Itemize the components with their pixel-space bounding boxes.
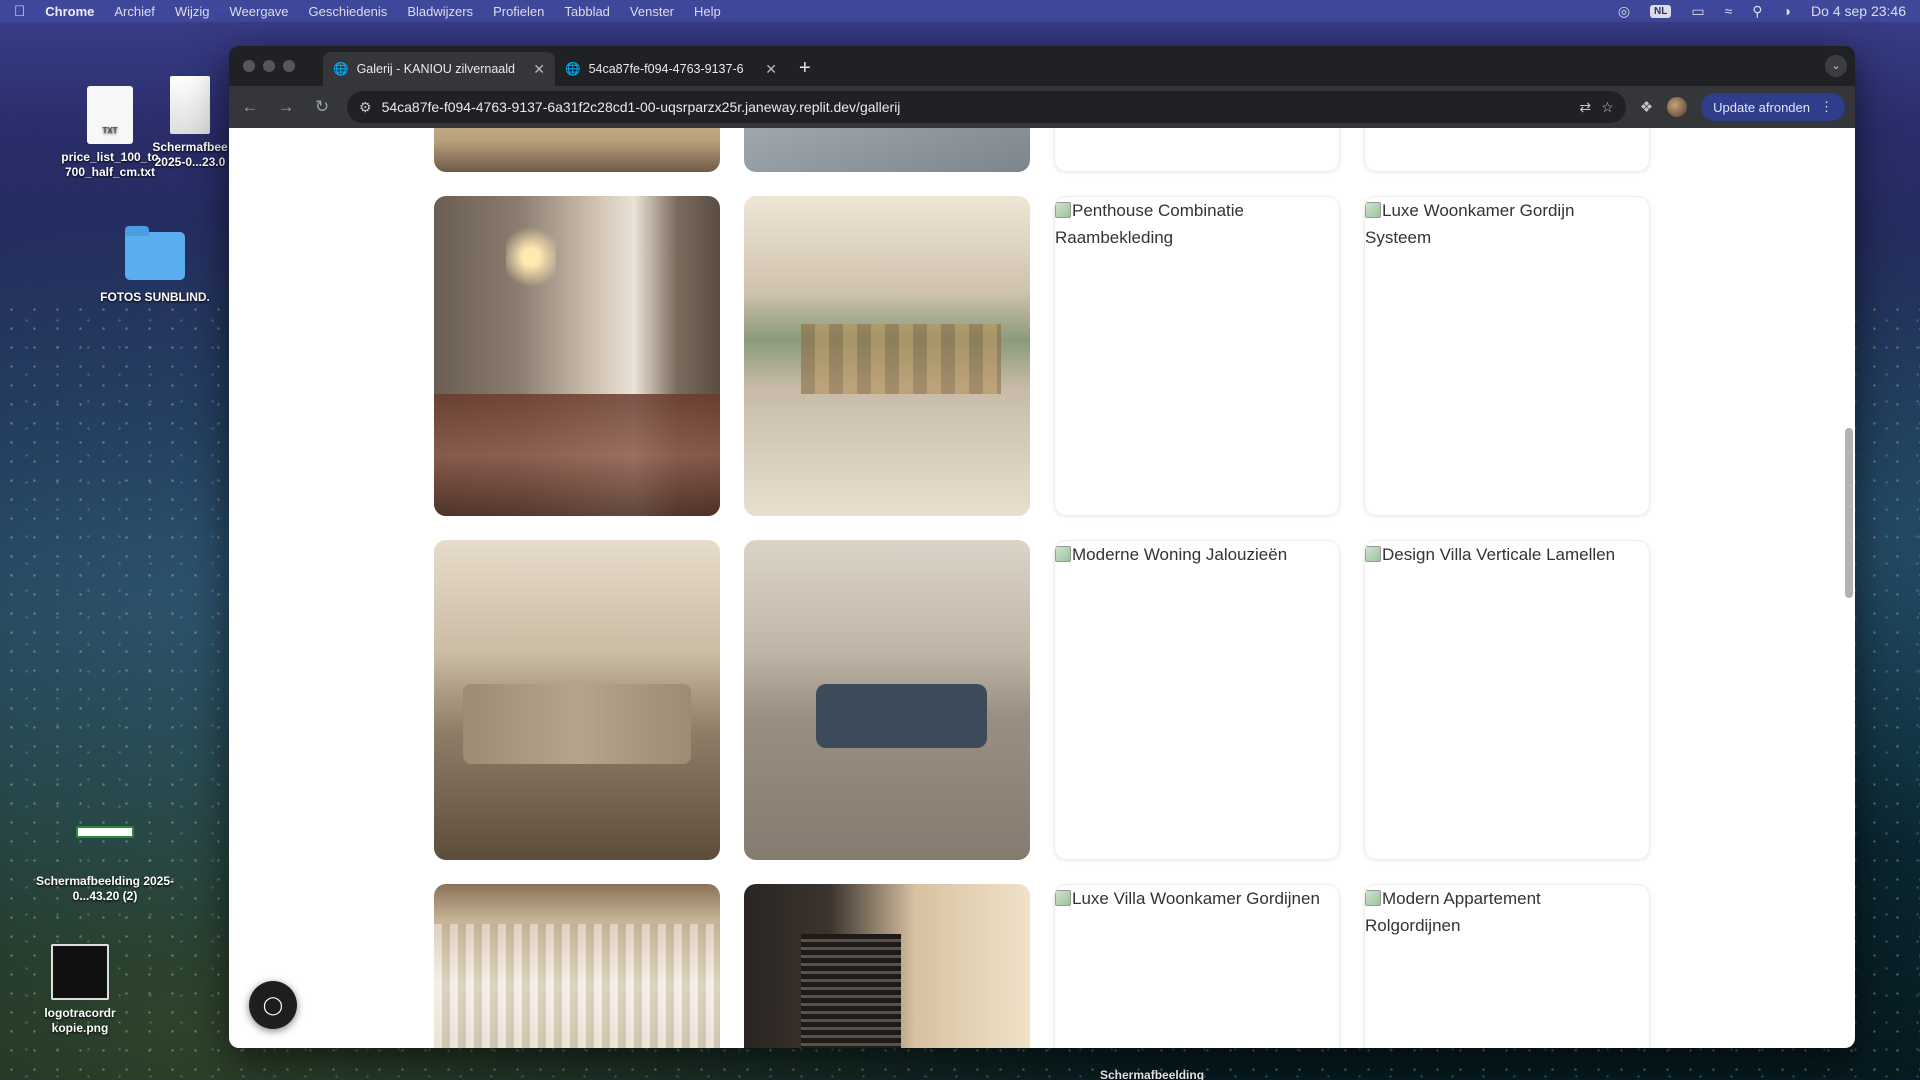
forward-arrow-icon[interactable]: → <box>275 97 297 117</box>
gallery-item-broken[interactable]: Luxe Villa Woonkamer Gordijnen <box>1054 884 1340 1048</box>
url-text[interactable]: 54ca87fe-f094-4763-9137-6a31f2c28cd1-00-… <box>382 99 1570 115</box>
menu-item-tabblad[interactable]: Tabblad <box>564 4 610 19</box>
zoom-window-button[interactable] <box>283 60 295 72</box>
apple-icon[interactable]:  <box>14 3 25 20</box>
close-tab-icon[interactable]: ✕ <box>765 61 777 78</box>
photo-floor <box>434 128 720 172</box>
page-viewport: Penthouse Combinatie Raambekleding Luxe … <box>229 128 1855 1048</box>
menu-item-archief[interactable]: Archief <box>114 4 154 19</box>
desktop-icon-label: Schermafbeelding 2025-0...43.20 (2) <box>35 874 175 903</box>
gallery-item-broken[interactable] <box>1364 128 1650 172</box>
translate-icon[interactable]: ⇄ <box>1579 99 1591 116</box>
control-center-icon[interactable]: ◑ <box>1783 3 1791 19</box>
photo-living-sofa <box>744 540 1030 860</box>
browser-window: 🌐 Galerij - KANIOU zilvernaald ✕ 🌐 54ca8… <box>229 46 1855 1048</box>
menu-item-bladwijzers[interactable]: Bladwijzers <box>407 4 473 19</box>
battery-icon[interactable]: ▭ <box>1691 3 1704 20</box>
desktop-icon-label: Schermafbee 2025-0...23.0 <box>152 140 228 169</box>
image-alt-text: Penthouse Combinatie Raambekleding <box>1055 197 1329 251</box>
logo-thumbnail-icon <box>51 944 109 1000</box>
photo-dining-curtains <box>434 196 720 516</box>
gallery-item-broken[interactable]: Penthouse Combinatie Raambekleding <box>1054 196 1340 516</box>
image-alt-text: Modern Appartement Rolgordijnen <box>1365 885 1639 939</box>
menu-item-venster[interactable]: Venster <box>630 4 674 19</box>
gallery-item[interactable] <box>744 196 1030 516</box>
gallery-item[interactable] <box>434 196 720 516</box>
gallery-item[interactable] <box>434 128 720 172</box>
window-controls <box>243 60 295 72</box>
desktop-icon-screenshot-1[interactable]: Schermafbee 2025-0...23.0 <box>150 76 230 170</box>
tab-title: 54ca87fe-f094-4763-9137-6 <box>588 62 744 76</box>
gallery-item-broken[interactable]: Moderne Woning Jalouzieën <box>1054 540 1340 860</box>
browser-toolbar: ← → ↻ ⚙ 54ca87fe-f094-4763-9137-6a31f2c2… <box>229 86 1855 128</box>
search-icon[interactable]: ⚲ <box>1752 3 1762 20</box>
desktop-icon-screenshot-2[interactable]: Schermafbeelding 2025-0...43.20 (2) <box>30 826 180 904</box>
back-arrow-icon[interactable]: ← <box>239 97 261 117</box>
menu-item-help[interactable]: Help <box>694 4 721 19</box>
gallery-item-broken[interactable] <box>1054 128 1340 172</box>
menu-item-wijzig[interactable]: Wijzig <box>175 4 210 19</box>
image-thumbnail-icon <box>170 76 210 134</box>
image-alt-text: Luxe Villa Woonkamer Gordijnen <box>1055 885 1329 912</box>
image-alt-text: Moderne Woning Jalouzieën <box>1055 541 1329 568</box>
tab-title: Galerij - KANIOU zilvernaald <box>356 62 515 76</box>
update-button[interactable]: Update afronden ⋮ <box>1701 93 1845 121</box>
gallery-item[interactable] <box>744 128 1030 172</box>
minimize-window-button[interactable] <box>263 60 275 72</box>
page-scrollbar[interactable] <box>1845 428 1853 598</box>
tab-galerij[interactable]: 🌐 Galerij - KANIOU zilvernaald ✕ <box>323 52 555 86</box>
menu-app-name[interactable]: Chrome <box>45 4 94 19</box>
globe-icon: 🌐 <box>333 61 349 76</box>
tab-strip: 🌐 Galerij - KANIOU zilvernaald ✕ 🌐 54ca8… <box>229 46 1855 86</box>
wifi-icon[interactable]: ≈ <box>1725 3 1733 19</box>
photo-kitchen-blinds <box>744 196 1030 516</box>
globe-icon: 🌐 <box>565 61 581 76</box>
new-tab-button[interactable]: + <box>787 57 823 86</box>
photo-curtains <box>434 884 720 1048</box>
menu-item-profielen[interactable]: Profielen <box>493 4 544 19</box>
input-source-badge[interactable]: NL <box>1650 4 1672 18</box>
bookmark-star-icon[interactable]: ☆ <box>1601 99 1614 116</box>
desktop-icon-label: FOTOS SUNBLIND. <box>100 290 210 304</box>
chat-icon: ◯ <box>262 994 284 1015</box>
desktop-icon-logo[interactable]: logotracordr kopie.png <box>25 944 135 1036</box>
gallery-item[interactable] <box>434 884 720 1048</box>
image-alt-text: Luxe Woonkamer Gordijn Systeem <box>1365 197 1639 251</box>
desktop-icon-label: logotracordr kopie.png <box>44 1006 116 1035</box>
gallery-item[interactable] <box>744 540 1030 860</box>
focus-icon[interactable]: ◎ <box>1618 3 1630 20</box>
desktop-icon-screenshot-3[interactable]: Schermafbeelding <box>1100 1068 1204 1080</box>
image-thumbnail-icon <box>76 826 134 838</box>
menu-bar:  Chrome Archief Wijzig Weergave Geschie… <box>0 0 1920 22</box>
chat-widget-button[interactable]: ◯ <box>249 981 297 1029</box>
gallery-item-broken[interactable]: Design Villa Verticale Lamellen <box>1364 540 1650 860</box>
desktop-icon-fotos-folder[interactable]: FOTOS SUNBLIND. <box>95 226 215 305</box>
close-tab-icon[interactable]: ✕ <box>533 61 545 78</box>
kebab-menu-icon: ⋮ <box>1820 99 1833 114</box>
reload-icon[interactable]: ↻ <box>311 97 333 117</box>
image-alt-text: Design Villa Verticale Lamellen <box>1365 541 1639 568</box>
gallery-item-broken[interactable]: Modern Appartement Rolgordijnen <box>1364 884 1650 1048</box>
update-label: Update afronden <box>1713 99 1810 115</box>
address-bar[interactable]: ⚙ 54ca87fe-f094-4763-9137-6a31f2c28cd1-0… <box>347 91 1626 123</box>
tab-search-chevron-icon[interactable]: ⌄ <box>1825 55 1847 77</box>
gallery-grid: Penthouse Combinatie Raambekleding Luxe … <box>434 128 1650 1048</box>
gallery-item[interactable] <box>434 540 720 860</box>
profile-avatar[interactable] <box>1667 97 1688 117</box>
photo-living-room <box>434 540 720 860</box>
photo-blinds <box>744 884 1030 1048</box>
menu-item-geschiedenis[interactable]: Geschiedenis <box>309 4 388 19</box>
text-file-icon: TXT <box>87 86 133 144</box>
photo-tiles <box>744 128 1030 172</box>
menu-clock[interactable]: Do 4 sep 23:46 <box>1811 3 1906 19</box>
menu-item-weergave[interactable]: Weergave <box>230 4 289 19</box>
gallery-item[interactable] <box>744 884 1030 1048</box>
gallery-item-broken[interactable]: Luxe Woonkamer Gordijn Systeem <box>1364 196 1650 516</box>
folder-icon <box>125 226 185 280</box>
tab-replit[interactable]: 🌐 54ca87fe-f094-4763-9137-6 ✕ <box>555 52 787 86</box>
site-settings-icon[interactable]: ⚙ <box>359 99 372 116</box>
close-window-button[interactable] <box>243 60 255 72</box>
extensions-icon[interactable]: ❖ <box>1640 98 1653 116</box>
